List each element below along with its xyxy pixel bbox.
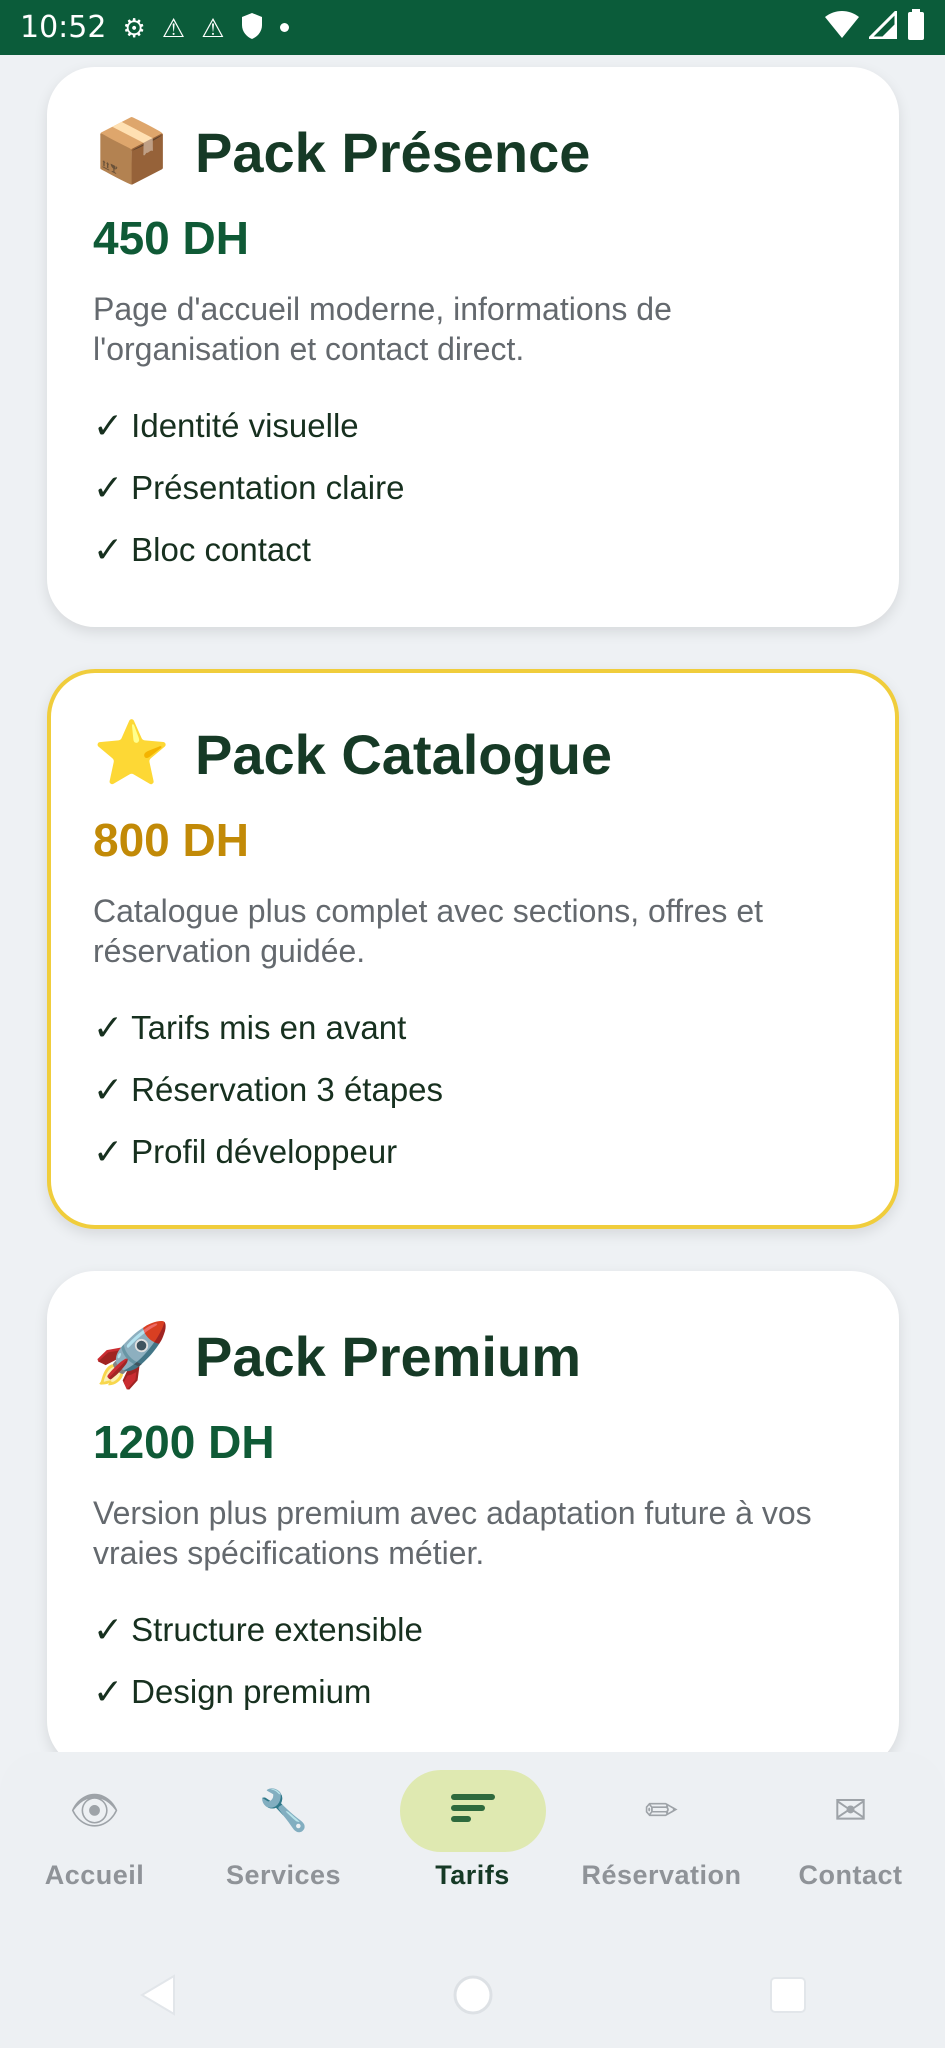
nav-label: Réservation <box>581 1860 742 1890</box>
nav-label: Services <box>225 1860 342 1890</box>
battery-icon <box>907 9 925 46</box>
nav-item-contact[interactable]: ✉ Contact <box>756 1770 945 1920</box>
feature-item: ✓ Tarifs mis en avant <box>93 997 853 1059</box>
shield-icon <box>240 12 264 44</box>
feature-list: ✓ Structure extensible ✓ Design premium <box>93 1599 853 1723</box>
pack-description: Page d'accueil moderne, informations de … <box>93 291 672 367</box>
eye-icon: 👁 <box>69 1789 120 1833</box>
rocket-icon: 🚀 <box>93 1321 171 1390</box>
pack-price: 800 DH <box>93 814 249 866</box>
pack-price: 1200 DH <box>93 1416 275 1468</box>
nav-item-reservation[interactable]: ✏ Réservation <box>567 1770 756 1920</box>
feature-item: ✓ Présentation claire <box>93 457 853 519</box>
nav-label: Accueil <box>44 1860 145 1890</box>
wrench-icon: 🔧 <box>258 1789 309 1833</box>
recents-button[interactable] <box>758 1965 818 2025</box>
nav-label: Contact <box>798 1860 903 1890</box>
pack-card-presence[interactable]: 📦 Pack Présence 450 DH Page d'accueil mo… <box>47 67 899 627</box>
check-icon: ✓ <box>93 1609 124 1650</box>
status-bar: 10:52 ⚙ ⚠ ⚠ <box>0 0 945 55</box>
pencil-icon: ✏ <box>644 1789 679 1833</box>
status-time: 10:52 <box>20 10 107 45</box>
warning-icon: ⚠ <box>161 12 186 43</box>
check-icon: ✓ <box>93 467 124 508</box>
pack-description: Version plus premium avec adaptation fut… <box>93 1495 812 1571</box>
check-icon: ✓ <box>93 529 124 570</box>
notification-dot-icon <box>280 23 290 32</box>
back-button[interactable] <box>128 1965 188 2025</box>
back-triangle-icon <box>139 1974 175 2016</box>
feature-list: ✓ Identité visuelle ✓ Présentation claire … <box>93 395 853 581</box>
star-icon: ⭐ <box>93 719 171 788</box>
feature-item: ✓ Réservation 3 étapes <box>93 1059 853 1121</box>
signal-icon <box>866 8 898 44</box>
list-icon <box>449 1791 497 1832</box>
nav-active-indicator <box>399 1770 546 1852</box>
pack-price: 450 DH <box>93 212 249 264</box>
feature-item: ✓ Structure extensible <box>93 1599 853 1661</box>
nav-item-services[interactable]: 🔧 Services <box>189 1770 378 1920</box>
feature-item: ✓ Design premium <box>93 1661 853 1723</box>
system-navigation <box>0 1945 945 2045</box>
home-button[interactable] <box>443 1965 503 2025</box>
check-icon: ✓ <box>93 1007 124 1048</box>
pricing-list[interactable]: 📦 Pack Présence 450 DH Page d'accueil mo… <box>0 55 945 1752</box>
package-icon: 📦 <box>93 117 171 186</box>
home-circle-icon <box>453 1975 492 2015</box>
feature-item: ✓ Bloc contact <box>93 519 853 581</box>
nav-label: Tarifs <box>435 1860 510 1890</box>
wifi-icon <box>825 11 859 44</box>
check-icon: ✓ <box>93 1069 124 1110</box>
feature-item: ✓ Identité visuelle <box>93 395 853 457</box>
nav-item-accueil[interactable]: 👁 Accueil <box>0 1770 189 1920</box>
feature-list: ✓ Tarifs mis en avant ✓ Réservation 3 étap… <box>93 997 853 1183</box>
pack-title: Pack Catalogue <box>195 722 613 786</box>
gear-icon: ⚙ <box>122 12 146 43</box>
nav-item-tarifs[interactable]: Tarifs <box>378 1770 567 1920</box>
pack-card-premium[interactable]: 🚀 Pack Premium 1200 DH Version plus prem… <box>47 1271 899 1752</box>
warning-icon: ⚠ <box>201 12 225 43</box>
recents-square-icon <box>769 1977 806 2013</box>
check-icon: ✓ <box>93 405 124 446</box>
pack-title: Pack Présence <box>195 120 591 184</box>
pack-title: Pack Premium <box>195 1324 581 1388</box>
pack-description: Catalogue plus complet avec sections, of… <box>93 893 763 969</box>
pack-card-catalogue[interactable]: ⭐ Pack Catalogue 800 DH Catalogue plus c… <box>47 669 899 1229</box>
feature-item: ✓ Profil développeur <box>93 1121 853 1183</box>
envelope-icon: ✉ <box>833 1789 868 1833</box>
check-icon: ✓ <box>93 1131 124 1172</box>
check-icon: ✓ <box>93 1671 124 1712</box>
